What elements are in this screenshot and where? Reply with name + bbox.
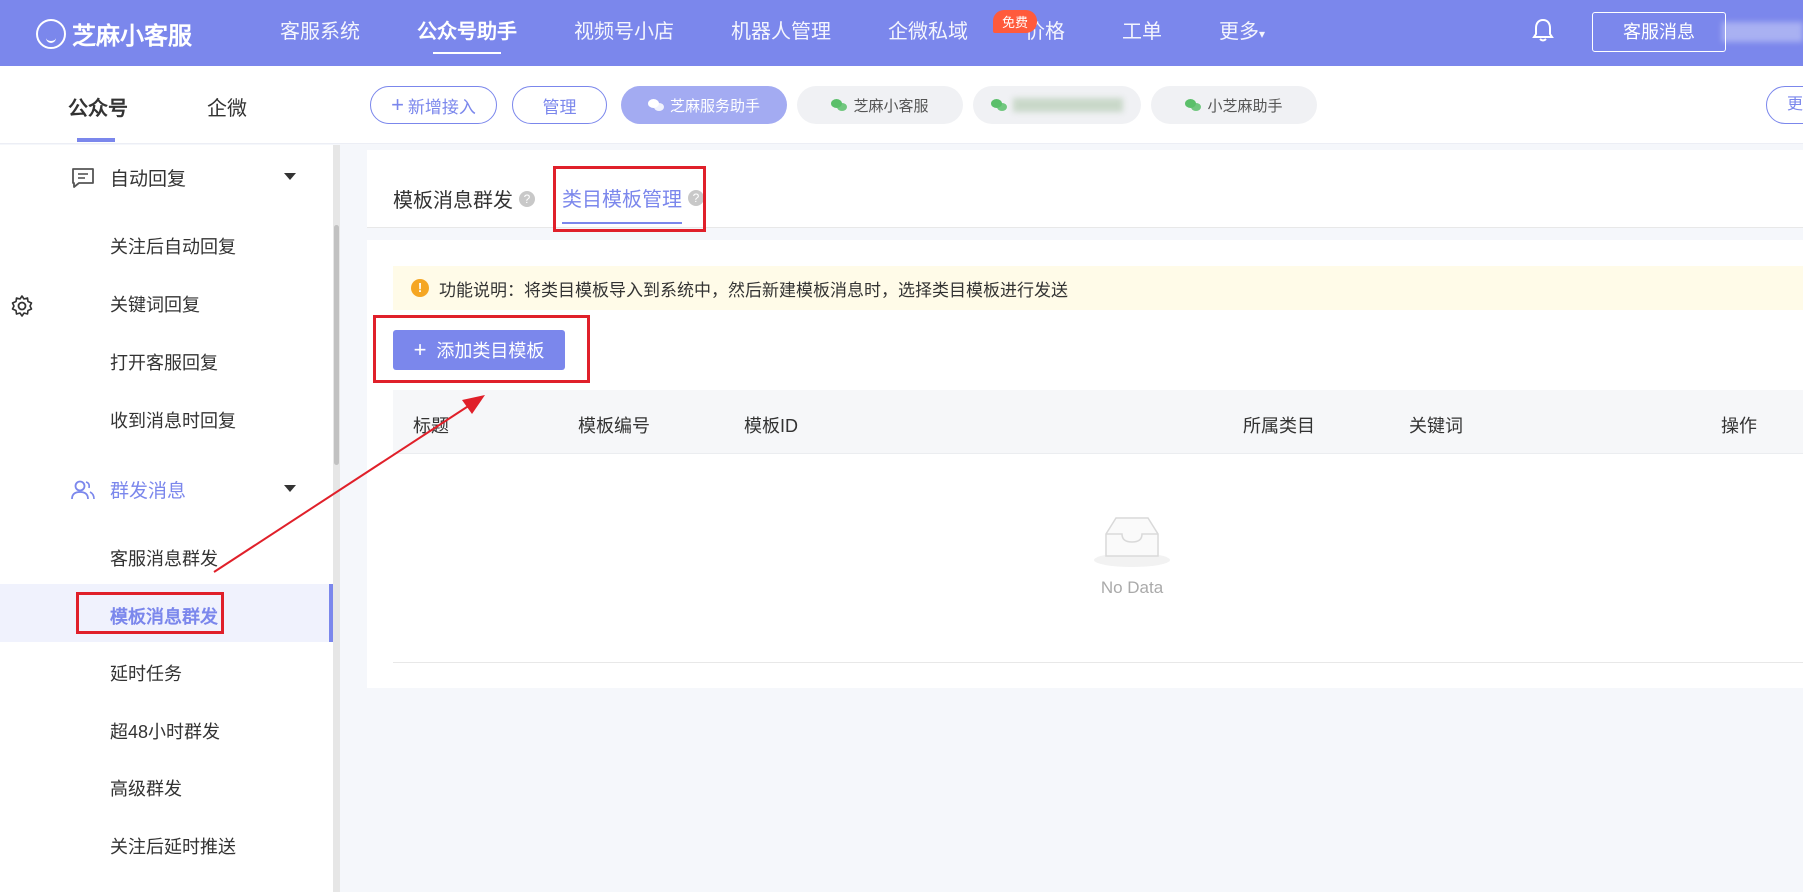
smile-logo-icon: [36, 18, 66, 49]
account-chip-blurred[interactable]: [973, 86, 1141, 124]
wechat-icon: [1185, 98, 1202, 112]
warning-icon: !: [411, 279, 429, 297]
help-icon[interactable]: ?: [519, 190, 535, 207]
nav-tickets[interactable]: 工单: [1122, 0, 1162, 66]
account-bar: 公众号 企微 + 新增接入 管理 芝麻服务助手 芝麻小客服 小芝麻助手 更: [0, 66, 1803, 144]
bell-icon[interactable]: [1532, 18, 1554, 42]
account-chip-zhima-service[interactable]: 芝麻服务助手: [621, 86, 787, 124]
tab-wecom[interactable]: 企微: [207, 92, 247, 121]
account-chip-label: 小芝麻助手: [1207, 97, 1283, 115]
free-badge: 免费: [993, 10, 1038, 33]
nav-more-label: 更多: [1219, 21, 1259, 43]
empty-inbox-icon: [1094, 517, 1170, 567]
message-square-icon: [72, 167, 94, 188]
nav-official-account[interactable]: 公众号助手: [417, 0, 517, 66]
column-title: 标题: [413, 416, 449, 436]
user-name-blurred[interactable]: [1722, 22, 1803, 42]
brand-name: 芝麻小客服: [72, 23, 192, 50]
caret-down-icon[interactable]: [284, 485, 296, 492]
brand-logo[interactable]: 芝麻小客服: [36, 16, 192, 51]
annotation-box-add-button: [373, 315, 590, 383]
nav-pricing[interactable]: 价格: [1025, 0, 1065, 66]
column-keywords: 关键词: [1409, 416, 1463, 436]
main-nav: 客服系统 公众号助手 视频号小店 机器人管理 企微私域 价格 工单 更多▾: [280, 0, 1322, 66]
notice-text: 功能说明：将类目模板导入到系统中，然后新建模板消息时，选择类目模板进行发送: [439, 280, 1068, 300]
wechat-icon: [831, 98, 848, 112]
sidebar-group-label: 群发消息: [110, 481, 187, 502]
function-notice: ! 功能说明：将类目模板导入到系统中，然后新建模板消息时，选择类目模板进行发送: [393, 266, 1803, 310]
caret-down-icon[interactable]: [284, 173, 296, 180]
sidebar-group-auto-reply[interactable]: 自动回复: [70, 164, 186, 191]
account-chip-label: 芝麻服务助手: [669, 97, 760, 115]
sidebar-group-label: 自动回复: [110, 169, 187, 190]
no-data-text: No Data: [1100, 578, 1164, 597]
sidebar-item-follow-auto-reply[interactable]: 关注后自动回复: [110, 233, 236, 259]
gear-icon[interactable]: [10, 294, 34, 318]
users-icon: [71, 480, 95, 499]
sidebar-item-48h-broadcast[interactable]: 超48小时群发: [110, 718, 220, 744]
column-category: 所属类目: [1243, 416, 1315, 436]
nav-wecom-private[interactable]: 企微私域: [888, 0, 968, 66]
wechat-icon: [991, 98, 1007, 112]
sidebar-scrollbar-thumb[interactable]: [334, 225, 339, 465]
sidebar-item-advanced-broadcast[interactable]: 高级群发: [110, 775, 182, 801]
plus-icon: +: [391, 92, 404, 117]
column-actions: 操作: [1721, 416, 1757, 436]
sidebar-item-cs-broadcast[interactable]: 客服消息群发: [110, 545, 218, 571]
account-chip-xiao-zhima[interactable]: 小芝麻助手: [1151, 86, 1317, 124]
new-access-label: 新增接入: [407, 97, 476, 117]
sidebar-item-keyword-reply[interactable]: 关键词回复: [110, 291, 200, 317]
customer-message-button[interactable]: 客服消息: [1592, 12, 1726, 52]
chevron-down-icon: ▾: [1259, 27, 1266, 41]
annotation-box-sidebar-item: [76, 592, 224, 634]
annotation-box-tab: [553, 166, 706, 232]
account-tab-indicator: [77, 138, 115, 142]
tab-label: 模板消息群发: [393, 190, 513, 212]
table-bottom-border: [393, 662, 1803, 663]
tab-template-broadcast[interactable]: 模板消息群发 ?: [393, 184, 535, 213]
wechat-icon: [647, 98, 664, 112]
table-header: 标题 模板编号 模板ID 所属类目 关键词 操作: [393, 390, 1803, 454]
column-template-id: 模板ID: [744, 416, 798, 436]
sidebar-item-open-cs-reply[interactable]: 打开客服回复: [110, 349, 218, 375]
account-chip-zhima-kefu[interactable]: 芝麻小客服: [797, 86, 963, 124]
nav-customer-service[interactable]: 客服系统: [280, 0, 360, 66]
top-navbar: 芝麻小客服 客服系统 公众号助手 视频号小店 机器人管理 企微私域 价格 工单 …: [0, 0, 1803, 66]
nav-robot-management[interactable]: 机器人管理: [731, 0, 831, 66]
account-chip-label: 芝麻小客服: [853, 97, 929, 115]
sidebar-group-broadcast[interactable]: 群发消息: [70, 476, 186, 503]
sidebar-item-follow-delay-push[interactable]: 关注后延时推送: [110, 833, 236, 859]
blurred-account-name: [1013, 98, 1123, 112]
more-accounts-button[interactable]: 更: [1766, 86, 1803, 124]
sidebar-item-receive-msg-reply[interactable]: 收到消息时回复: [110, 407, 236, 433]
column-template-number: 模板编号: [578, 416, 650, 436]
nav-video-shop[interactable]: 视频号小店: [574, 0, 674, 66]
sidebar-item-delayed-task[interactable]: 延时任务: [110, 660, 182, 686]
nav-more[interactable]: 更多▾: [1219, 0, 1265, 66]
manage-button[interactable]: 管理: [512, 86, 607, 124]
new-access-button[interactable]: + 新增接入: [370, 86, 497, 124]
tab-official-account[interactable]: 公众号: [68, 92, 128, 121]
